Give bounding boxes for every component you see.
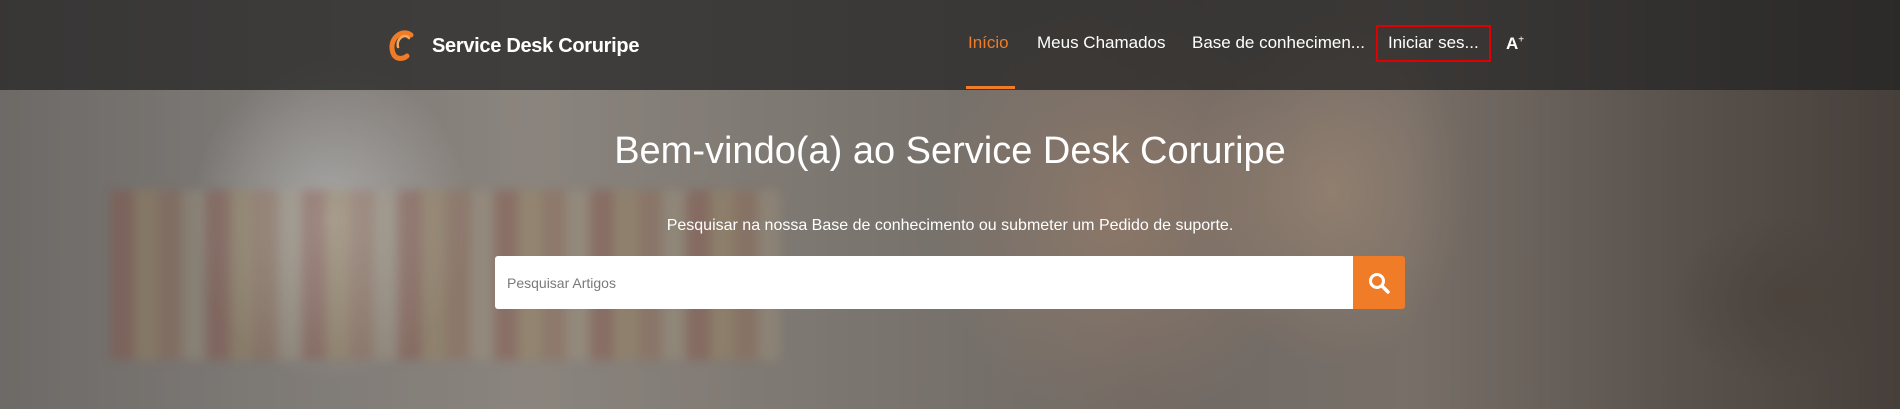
nav-item-meus-chamados[interactable]: Meus Chamados bbox=[1037, 33, 1166, 53]
search-bar bbox=[495, 256, 1405, 309]
nav-item-base-de-conhecimento[interactable]: Base de conhecimen... bbox=[1192, 33, 1365, 53]
brand-name: Service Desk Coruripe bbox=[432, 34, 640, 57]
search-input[interactable] bbox=[495, 256, 1353, 309]
font-size-toggle-button[interactable]: A+ bbox=[1506, 34, 1524, 54]
search-icon bbox=[1369, 272, 1390, 294]
hero-title: Bem-vindo(a) ao Service Desk Coruripe bbox=[614, 130, 1286, 172]
font-size-toggle-label: A bbox=[1506, 34, 1519, 53]
nav-active-indicator bbox=[966, 86, 1015, 89]
search-button[interactable] bbox=[1353, 256, 1405, 309]
nav-item-iniciar-sessao[interactable]: Iniciar ses... bbox=[1388, 33, 1479, 53]
hero-subtitle: Pesquisar na nossa Base de conhecimento … bbox=[666, 217, 1234, 234]
nav-item-inicio[interactable]: Início bbox=[968, 33, 1009, 53]
top-navbar bbox=[0, 0, 1900, 90]
coruripe-logo-icon bbox=[389, 30, 414, 61]
brand[interactable]: Service Desk Coruripe bbox=[385, 26, 639, 66]
font-size-toggle-sup: + bbox=[1518, 34, 1525, 46]
